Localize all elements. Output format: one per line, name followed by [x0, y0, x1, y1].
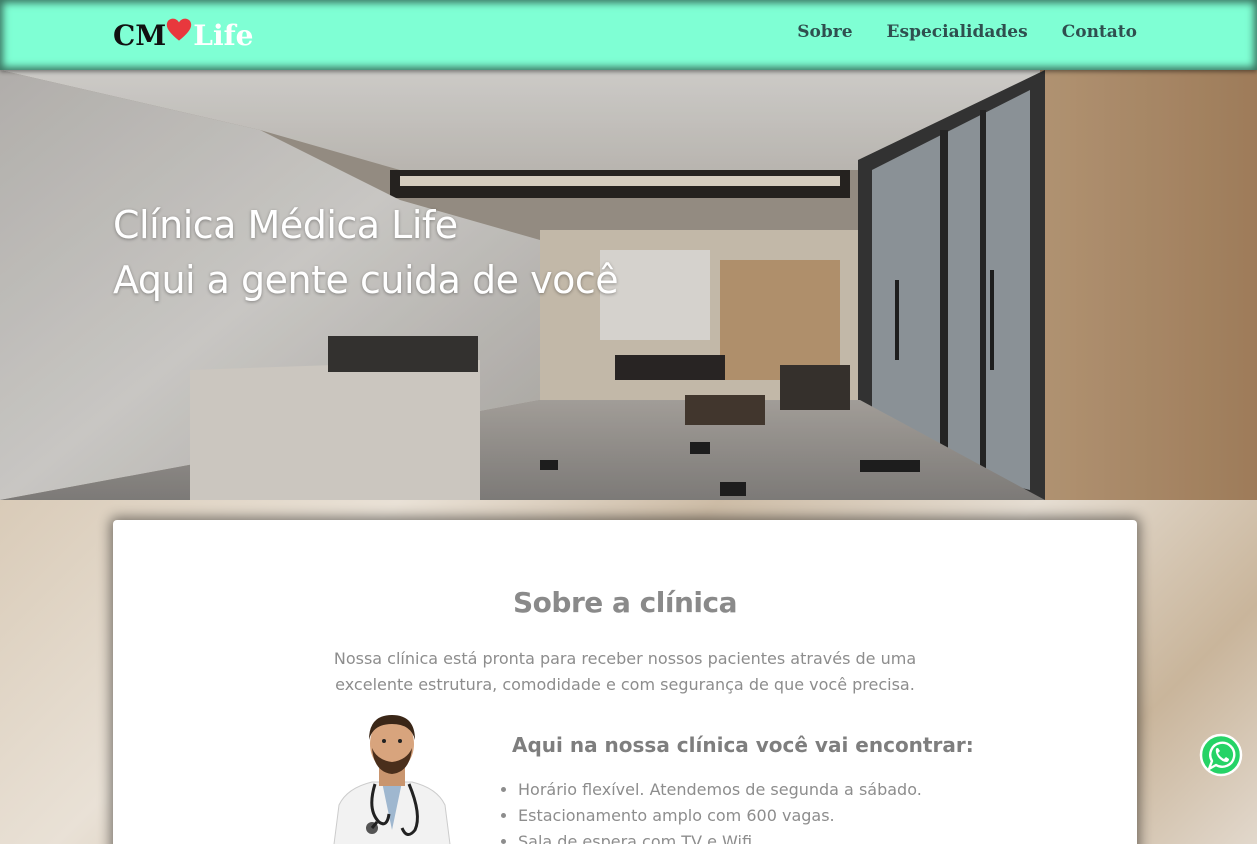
feature-item: Estacionamento amplo com 600 vagas. [518, 803, 922, 829]
feature-item: Horário flexível. Atendemos de segunda a… [518, 777, 922, 803]
doctor-image [333, 715, 451, 844]
main-nav: Sobre Especialidades Contato [797, 22, 1137, 42]
about-intro: Nossa clínica está pronta para receber n… [333, 649, 917, 694]
heart-icon [167, 18, 192, 41]
nav-link-especialidades[interactable]: Especialidades [887, 22, 1028, 42]
nav-link-sobre[interactable]: Sobre [797, 22, 852, 42]
about-card: Sobre a clínica Nossa clínica está pront… [113, 520, 1137, 844]
site-header: CM Life Sobre Especialidades Contato [0, 0, 1257, 70]
nav-link-contato[interactable]: Contato [1062, 22, 1137, 42]
feature-item: Sala de espera com TV e Wifi [518, 829, 922, 844]
logo[interactable]: CM Life [113, 16, 253, 54]
features-title: Aqui na nossa clínica você vai encontrar… [512, 733, 974, 757]
logo-text-life: Life [193, 18, 254, 52]
hero-subtitle: Aqui a gente cuida de você [113, 258, 619, 302]
logo-text-cm: CM [113, 18, 167, 52]
about-title: Sobre a clínica [513, 586, 737, 619]
hero-title: Clínica Médica Life [113, 203, 458, 247]
features-list: Horário flexível. Atendemos de segunda a… [518, 777, 922, 844]
hero-heading: Clínica Médica Life Aqui a gente cuida d… [113, 198, 619, 308]
hero-banner: Clínica Médica Life Aqui a gente cuida d… [0, 70, 1257, 500]
whatsapp-icon[interactable] [1199, 733, 1243, 777]
